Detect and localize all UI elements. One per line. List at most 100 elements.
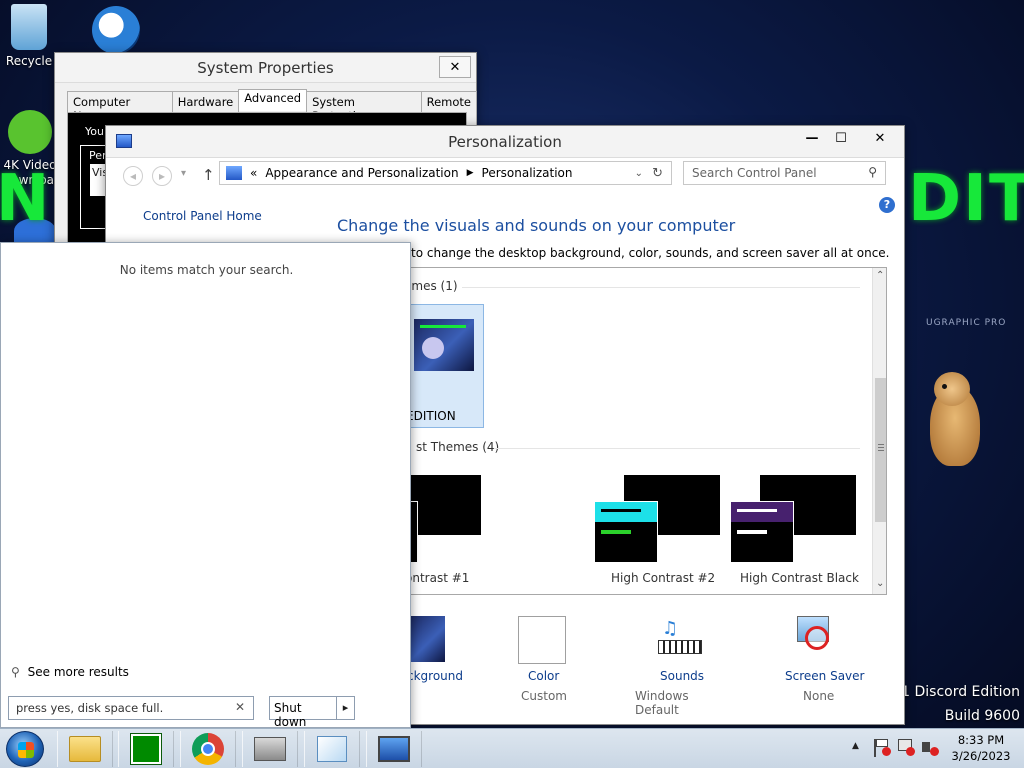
app-shortcut-icon[interactable] bbox=[92, 6, 140, 54]
scroll-thumb[interactable] bbox=[875, 378, 886, 522]
banner-left: IN bbox=[0, 162, 52, 236]
taskbar: ▲ 8:33 PM 3/26/2023 bbox=[0, 728, 1024, 768]
chevron-down-icon[interactable]: ⌄ bbox=[635, 168, 643, 179]
forward-button[interactable]: ▸ bbox=[152, 166, 172, 186]
breadcrumb-separator-icon: ▶ bbox=[466, 168, 474, 178]
high-contrast-1-tile[interactable]: ontrast #1 bbox=[402, 475, 482, 585]
recycle-bin-label: Recycle bbox=[5, 54, 53, 68]
network-icon[interactable] bbox=[898, 739, 916, 757]
no-results-text: No items match your search. bbox=[119, 263, 294, 277]
clock-time: 8:33 PM bbox=[957, 733, 1005, 747]
maximize-button[interactable]: ☐ bbox=[827, 127, 855, 149]
color-sublabel: Custom bbox=[521, 689, 567, 703]
high-contrast-black-tile[interactable]: High Contrast Black bbox=[730, 475, 859, 585]
search-placeholder: Search Control Panel bbox=[692, 166, 817, 180]
scroll-down-icon[interactable]: ⌄ bbox=[876, 578, 884, 589]
windows-logo-icon bbox=[18, 742, 34, 758]
system-properties-titlebar[interactable]: System Properties ✕ bbox=[55, 53, 476, 83]
sounds-icon: ♫ bbox=[658, 618, 702, 660]
close-button[interactable]: ✕ bbox=[439, 56, 471, 78]
file-explorer-button[interactable] bbox=[57, 731, 113, 767]
personalization-titlebar[interactable]: Personalization — ☐ ✕ bbox=[106, 126, 904, 158]
system-properties-title: System Properties bbox=[197, 58, 334, 77]
hcblack-preview-window bbox=[730, 501, 794, 563]
high-contrast-2-tile[interactable]: High Contrast #2 bbox=[594, 475, 722, 585]
screen-saver-sublabel: None bbox=[803, 689, 835, 703]
monitor-icon bbox=[378, 736, 410, 762]
banner-right: DIT bbox=[908, 162, 1024, 236]
sounds-sublabel: Windows Default bbox=[635, 689, 689, 717]
my-themes-header: emes (1) bbox=[404, 279, 458, 293]
panel-text-fragment-2: Per bbox=[89, 149, 107, 162]
breadcrumb-personalization[interactable]: Personalization bbox=[482, 166, 573, 180]
start-search-input[interactable]: press yes, disk space full. ✕ bbox=[8, 696, 254, 720]
screen-saver-label: Screen Saver bbox=[785, 669, 865, 683]
folder-icon bbox=[69, 736, 101, 762]
desktop-background-icon bbox=[411, 616, 445, 662]
watermark-text: UGRAPHIC PRO bbox=[926, 318, 1007, 328]
start-button[interactable] bbox=[6, 731, 44, 767]
themes-scrollbar[interactable]: ⌃ ⌄ bbox=[872, 268, 886, 594]
high-contrast-2-label: High Contrast #2 bbox=[611, 571, 716, 585]
store-button[interactable] bbox=[118, 731, 174, 767]
chrome-button[interactable] bbox=[180, 731, 236, 767]
scanner-button[interactable] bbox=[242, 731, 298, 767]
panel-text-fragment-1: You bbox=[85, 125, 104, 138]
screen-saver-item[interactable]: Screen Saver None bbox=[771, 614, 871, 704]
shutdown-options-button[interactable]: ▸ bbox=[337, 696, 355, 720]
close-button[interactable]: ✕ bbox=[858, 127, 902, 149]
theme-preview-image bbox=[414, 319, 474, 371]
minimize-button[interactable]: — bbox=[798, 127, 826, 149]
address-bar[interactable]: « Appearance and Personalization ▶ Perso… bbox=[219, 161, 672, 185]
color-item[interactable]: Color Custom bbox=[506, 614, 580, 704]
paint-button[interactable] bbox=[304, 731, 360, 767]
high-contrast-black-label: High Contrast Black bbox=[740, 571, 859, 585]
start-search-value: press yes, disk space full. bbox=[16, 701, 164, 715]
shutdown-button[interactable]: Shut down bbox=[269, 696, 337, 729]
search-icon: ⚲ bbox=[868, 165, 877, 179]
paint-icon bbox=[317, 736, 347, 762]
themes-list: emes (1) D EDITION st Themes (4) ontrast… bbox=[331, 267, 887, 595]
high-contrast-1-label: ontrast #1 bbox=[405, 571, 470, 585]
chrome-icon bbox=[192, 733, 224, 765]
page-subheading: to change the desktop background, color,… bbox=[411, 246, 890, 260]
high-contrast-header: st Themes (4) bbox=[416, 440, 500, 454]
control-panel-home-link[interactable]: Control Panel Home bbox=[143, 209, 262, 223]
color-label: Color bbox=[528, 669, 560, 683]
address-icon bbox=[226, 166, 242, 180]
section-divider bbox=[494, 448, 860, 449]
sounds-label: Sounds bbox=[660, 669, 705, 683]
back-button[interactable]: ◂ bbox=[123, 166, 143, 186]
scanner-icon bbox=[254, 737, 286, 761]
start-menu: No items match your search. ⚲ See more r… bbox=[0, 242, 411, 729]
personalization-title: Personalization bbox=[448, 132, 562, 151]
clear-search-icon[interactable]: ✕ bbox=[235, 700, 245, 714]
search-input[interactable]: Search Control Panel ⚲ bbox=[683, 161, 886, 185]
hc2-preview-window bbox=[594, 501, 658, 563]
breadcrumb-prefix[interactable]: « bbox=[250, 166, 257, 180]
action-center-icon[interactable] bbox=[874, 739, 891, 757]
clock[interactable]: 8:33 PM 3/26/2023 bbox=[948, 732, 1014, 764]
show-hidden-icons-button[interactable]: ▲ bbox=[852, 741, 859, 751]
clock-date: 3/26/2023 bbox=[951, 749, 1011, 763]
see-more-results-link[interactable]: ⚲ See more results bbox=[11, 665, 129, 679]
shutdown-label: Shut down bbox=[274, 701, 307, 729]
sounds-item[interactable]: ♫ Sounds Windows Default bbox=[626, 614, 736, 717]
color-swatch-icon bbox=[518, 616, 566, 664]
screen-saver-icon bbox=[795, 616, 835, 656]
remote-desktop-button[interactable] bbox=[366, 731, 422, 767]
section-divider bbox=[462, 287, 860, 288]
page-heading: Change the visuals and sounds on your co… bbox=[337, 216, 736, 235]
store-icon bbox=[130, 733, 162, 765]
hamster-image bbox=[922, 372, 986, 472]
recent-locations-icon[interactable]: ▾ bbox=[181, 168, 186, 179]
tab-advanced[interactable]: Advanced bbox=[238, 89, 308, 111]
breadcrumb-appearance[interactable]: Appearance and Personalization bbox=[265, 166, 458, 180]
desktop-background-label: ckground bbox=[407, 669, 464, 683]
see-more-results-label: See more results bbox=[27, 665, 129, 679]
up-arrow-icon[interactable]: ↑ bbox=[202, 166, 215, 184]
scroll-up-icon[interactable]: ⌃ bbox=[876, 270, 884, 281]
refresh-icon[interactable]: ↻ bbox=[652, 166, 663, 181]
volume-icon[interactable] bbox=[922, 739, 940, 757]
help-icon[interactable]: ? bbox=[879, 197, 895, 213]
